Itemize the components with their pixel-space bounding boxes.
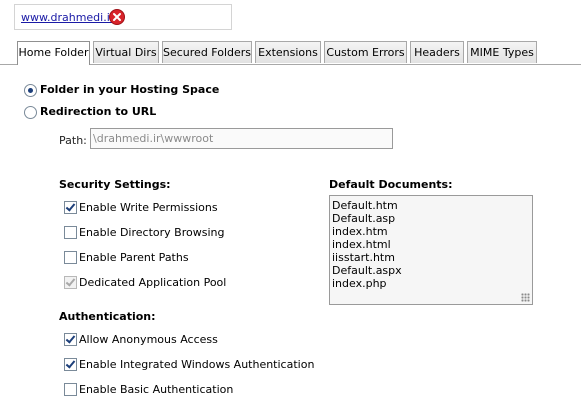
folder-radio[interactable] <box>24 84 37 97</box>
directory-browsing-label: Enable Directory Browsing <box>79 226 225 239</box>
parent-paths-checkbox[interactable] <box>64 251 77 264</box>
default-document-item: Default.aspx <box>332 264 402 277</box>
anonymous-access-label: Allow Anonymous Access <box>79 333 218 346</box>
windows-auth-checkbox[interactable] <box>64 358 77 371</box>
tab-mime-types[interactable]: MIME Types <box>467 41 537 63</box>
write-permissions-checkbox[interactable] <box>64 201 77 214</box>
close-circle-icon[interactable] <box>109 9 125 25</box>
dedicated-app-pool-label: Dedicated Application Pool <box>79 276 227 289</box>
security-settings-title: Security Settings: <box>59 178 171 191</box>
default-document-item: Default.asp <box>332 212 396 225</box>
directory-browsing-checkbox[interactable] <box>64 226 77 239</box>
tab-bar: Home Folder Virtual Dirs Secured Folders… <box>0 41 581 65</box>
resize-grip-icon[interactable] <box>521 293 530 302</box>
parent-paths-label: Enable Parent Paths <box>79 251 189 264</box>
redirect-radio-label: Redirection to URL <box>40 105 157 118</box>
redirect-radio[interactable] <box>24 106 37 119</box>
dedicated-app-pool-checkbox <box>64 276 77 289</box>
basic-auth-checkbox[interactable] <box>64 383 77 396</box>
path-label: Path: <box>59 134 87 147</box>
default-document-item: index.php <box>332 277 387 290</box>
basic-auth-label: Enable Basic Authentication <box>79 383 234 396</box>
tab-custom-errors[interactable]: Custom Errors <box>324 41 407 63</box>
default-documents-textarea[interactable]: Default.htm Default.asp index.htm index.… <box>329 195 533 305</box>
tab-headers[interactable]: Headers <box>410 41 464 63</box>
default-document-item: index.html <box>332 238 391 251</box>
tab-home-folder[interactable]: Home Folder <box>17 41 90 65</box>
anonymous-access-checkbox[interactable] <box>64 333 77 346</box>
path-input[interactable] <box>90 128 393 149</box>
default-document-item: iisstart.htm <box>332 251 395 264</box>
site-header: www.drahmedi.ir <box>14 4 232 30</box>
authentication-title: Authentication: <box>59 310 156 323</box>
windows-auth-label: Enable Integrated Windows Authentication <box>79 358 315 371</box>
site-link[interactable]: www.drahmedi.ir <box>21 11 114 24</box>
tab-virtual-dirs[interactable]: Virtual Dirs <box>93 41 159 63</box>
default-documents-title: Default Documents: <box>329 178 453 191</box>
tab-extensions[interactable]: Extensions <box>255 41 321 63</box>
tab-secured-folders[interactable]: Secured Folders <box>162 41 252 63</box>
default-document-item: Default.htm <box>332 199 398 212</box>
write-permissions-label: Enable Write Permissions <box>79 201 218 214</box>
default-document-item: index.htm <box>332 225 388 238</box>
folder-radio-label: Folder in your Hosting Space <box>40 83 220 96</box>
